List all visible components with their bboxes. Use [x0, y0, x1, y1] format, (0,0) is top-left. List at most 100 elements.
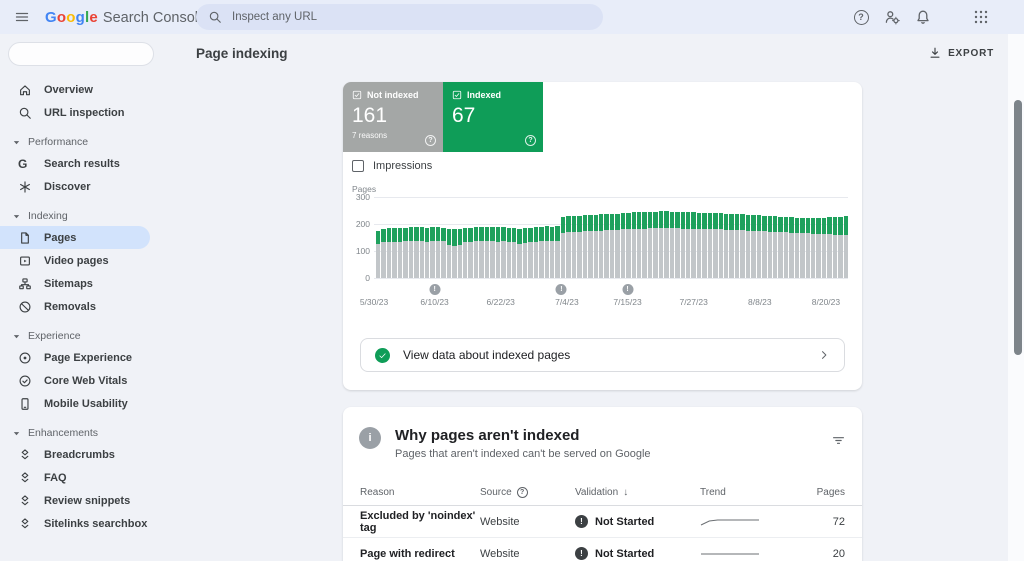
url-inspection-searchbar[interactable] [196, 4, 603, 30]
stacked-bar[interactable] [501, 227, 506, 278]
stacked-bar[interactable] [838, 216, 843, 278]
table-row[interactable]: Page with redirect Website ! Not Started… [343, 538, 862, 561]
sidebar-item-discover[interactable]: Discover [0, 175, 180, 198]
stacked-bar[interactable] [745, 214, 751, 278]
sidebar-item-breadcrumbs[interactable]: Breadcrumbs [0, 443, 180, 466]
stacked-bar[interactable] [794, 217, 800, 278]
sidebar-item-overview[interactable]: Overview [0, 78, 180, 101]
stacked-bar[interactable] [783, 217, 789, 278]
stacked-bar[interactable] [615, 213, 620, 278]
menu-icon[interactable] [13, 8, 31, 26]
stacked-bar[interactable] [522, 228, 528, 278]
question-icon[interactable]: ? [516, 487, 528, 498]
sidebar-item-faq[interactable]: FAQ [0, 466, 180, 489]
stacked-bar[interactable] [577, 215, 582, 278]
stacked-bar[interactable] [832, 217, 838, 278]
stacked-bar[interactable] [544, 226, 549, 278]
stacked-bar[interactable] [604, 214, 609, 278]
table-row[interactable]: Excluded by 'noindex' tag Website ! Not … [343, 506, 862, 538]
stacked-bar[interactable] [566, 216, 571, 278]
column-header-source[interactable]: Source? [480, 487, 575, 498]
column-header-validation[interactable]: Validation ↓ [575, 487, 700, 498]
stacked-bar[interactable] [468, 227, 473, 278]
scrollbar-thumb[interactable] [1014, 100, 1022, 355]
milestone-marker-icon[interactable]: ! [555, 284, 567, 295]
stacked-bar[interactable] [419, 227, 424, 278]
view-indexed-data-row[interactable]: View data about indexed pages [360, 338, 845, 372]
stacked-bar[interactable] [762, 215, 767, 278]
stacked-bar[interactable] [452, 228, 457, 278]
milestone-marker-icon[interactable]: ! [622, 284, 634, 295]
stacked-bar[interactable] [392, 227, 397, 278]
sidebar-item-review-snippets[interactable]: Review snippets [0, 489, 180, 512]
filter-icon[interactable] [831, 433, 846, 448]
stacked-bar[interactable] [637, 212, 642, 278]
stacked-bar[interactable] [397, 228, 403, 278]
property-selector[interactable] [8, 42, 154, 66]
milestone-marker-icon[interactable]: ! [429, 284, 441, 295]
stacked-bar[interactable] [430, 227, 435, 278]
stacked-bar[interactable] [702, 212, 707, 278]
stacked-bar[interactable] [550, 226, 555, 278]
sidebar-item-mobile-usability[interactable]: Mobile Usability [0, 392, 180, 415]
stacked-bar[interactable] [789, 217, 794, 278]
stacked-bar[interactable] [653, 211, 658, 278]
stacked-bar[interactable] [560, 217, 566, 278]
stacked-bar[interactable] [772, 216, 778, 278]
stacked-bar[interactable] [582, 215, 588, 278]
stacked-bar[interactable] [751, 215, 756, 278]
stacked-bar[interactable] [821, 217, 827, 278]
stacked-bar[interactable] [414, 227, 419, 278]
help-icon[interactable]: ? [525, 135, 536, 146]
stacked-bar[interactable] [691, 212, 696, 278]
inspect-url-input[interactable] [232, 11, 591, 23]
column-header-reason[interactable]: Reason [360, 487, 480, 498]
stacked-bar[interactable] [479, 227, 484, 278]
stacked-bar[interactable] [484, 226, 490, 278]
stacked-bar[interactable] [647, 211, 653, 278]
stacked-bar[interactable] [408, 227, 414, 278]
stacked-bar[interactable] [816, 217, 821, 278]
stacked-bar[interactable] [539, 226, 544, 278]
stacked-bar[interactable] [506, 227, 511, 278]
sidebar-item-video-pages[interactable]: Video pages [0, 249, 180, 272]
impressions-toggle[interactable]: Impressions [352, 160, 432, 172]
sort-descending-icon[interactable]: ↓ [623, 487, 628, 498]
stacked-bar[interactable] [588, 215, 593, 278]
stacked-bar[interactable] [756, 215, 762, 278]
sidebar-section-enhancements[interactable]: Enhancements [0, 423, 180, 443]
stacked-bar[interactable] [811, 217, 816, 278]
notifications-icon[interactable] [914, 8, 932, 26]
sidebar-section-indexing[interactable]: Indexing [0, 206, 180, 226]
stacked-bar[interactable] [609, 213, 615, 278]
export-button[interactable]: EXPORT [928, 46, 994, 60]
stacked-bar[interactable] [658, 211, 664, 278]
sidebar-item-removals[interactable]: Removals [0, 295, 180, 318]
app-logo[interactable]: Google Search Console [45, 9, 206, 26]
column-header-pages[interactable]: Pages [800, 487, 845, 498]
stacked-bar[interactable] [713, 213, 718, 278]
stacked-bar[interactable] [381, 228, 386, 278]
stacked-bar[interactable] [403, 227, 408, 278]
stacked-bar[interactable] [495, 227, 501, 278]
stacked-bar[interactable] [376, 231, 381, 278]
indexed-chip[interactable]: Indexed 67 ? [443, 82, 543, 152]
stacked-bar[interactable] [446, 228, 452, 278]
sidebar-item-page-experience[interactable]: Page Experience [0, 346, 180, 369]
sidebar-item-url-inspection[interactable]: URL inspection [0, 101, 180, 124]
not-indexed-chip[interactable]: Not indexed 161 7 reasons ? [343, 82, 443, 152]
sidebar-section-performance[interactable]: Performance [0, 132, 180, 152]
stacked-bar[interactable] [696, 212, 702, 278]
stacked-bar[interactable] [571, 216, 577, 278]
stacked-bar[interactable] [675, 211, 680, 278]
sidebar-item-search-results[interactable]: G Search results [0, 152, 180, 175]
stacked-bar[interactable] [441, 227, 446, 278]
stacked-bar[interactable] [473, 227, 479, 278]
stacked-bar[interactable] [669, 211, 675, 278]
stacked-bar[interactable] [740, 214, 745, 278]
user-settings-icon[interactable] [883, 8, 901, 26]
stacked-bar[interactable] [729, 214, 734, 278]
stacked-bar[interactable] [528, 227, 533, 278]
stacked-bar[interactable] [517, 228, 522, 278]
stacked-bar[interactable] [767, 215, 772, 278]
